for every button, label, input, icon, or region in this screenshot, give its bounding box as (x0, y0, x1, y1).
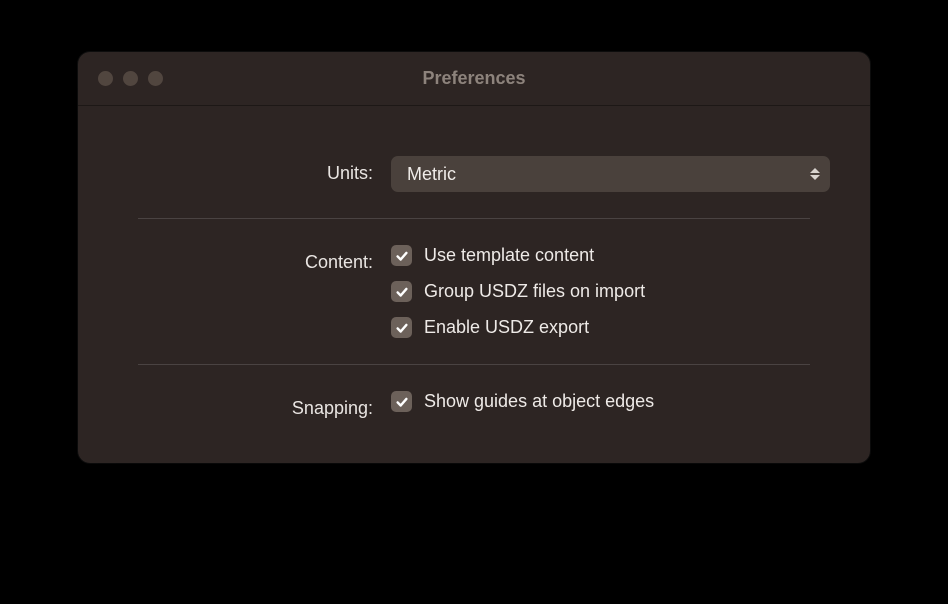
divider (138, 364, 810, 365)
checkbox-label: Enable USDZ export (424, 317, 589, 338)
units-row: Units: Metric (108, 156, 840, 192)
checkbox-label: Use template content (424, 245, 594, 266)
zoom-button[interactable] (148, 71, 163, 86)
units-selected-value: Metric (407, 164, 456, 185)
content-label: Content: (108, 245, 373, 273)
checkbox-show-guides[interactable]: Show guides at object edges (391, 391, 830, 412)
checkbox-label: Show guides at object edges (424, 391, 654, 412)
checkbox-icon (391, 391, 412, 412)
units-label: Units: (108, 156, 373, 184)
checkbox-group-usdz-on-import[interactable]: Group USDZ files on import (391, 281, 830, 302)
preferences-content: Units: Metric Content: Use (78, 106, 870, 463)
checkbox-label: Group USDZ files on import (424, 281, 645, 302)
checkbox-icon (391, 317, 412, 338)
divider (138, 218, 810, 219)
traffic-lights (98, 71, 163, 86)
preferences-window: Preferences Units: Metric Content: (78, 52, 870, 463)
checkbox-use-template-content[interactable]: Use template content (391, 245, 830, 266)
minimize-button[interactable] (123, 71, 138, 86)
checkbox-icon (391, 281, 412, 302)
snapping-row: Snapping: Show guides at object edges (108, 391, 840, 419)
snapping-label: Snapping: (108, 391, 373, 419)
window-title: Preferences (98, 68, 850, 89)
content-row: Content: Use template content Group USDZ… (108, 245, 840, 338)
close-button[interactable] (98, 71, 113, 86)
checkbox-icon (391, 245, 412, 266)
select-arrows-icon (810, 168, 820, 180)
units-select[interactable]: Metric (391, 156, 830, 192)
titlebar: Preferences (78, 52, 870, 106)
checkbox-enable-usdz-export[interactable]: Enable USDZ export (391, 317, 830, 338)
